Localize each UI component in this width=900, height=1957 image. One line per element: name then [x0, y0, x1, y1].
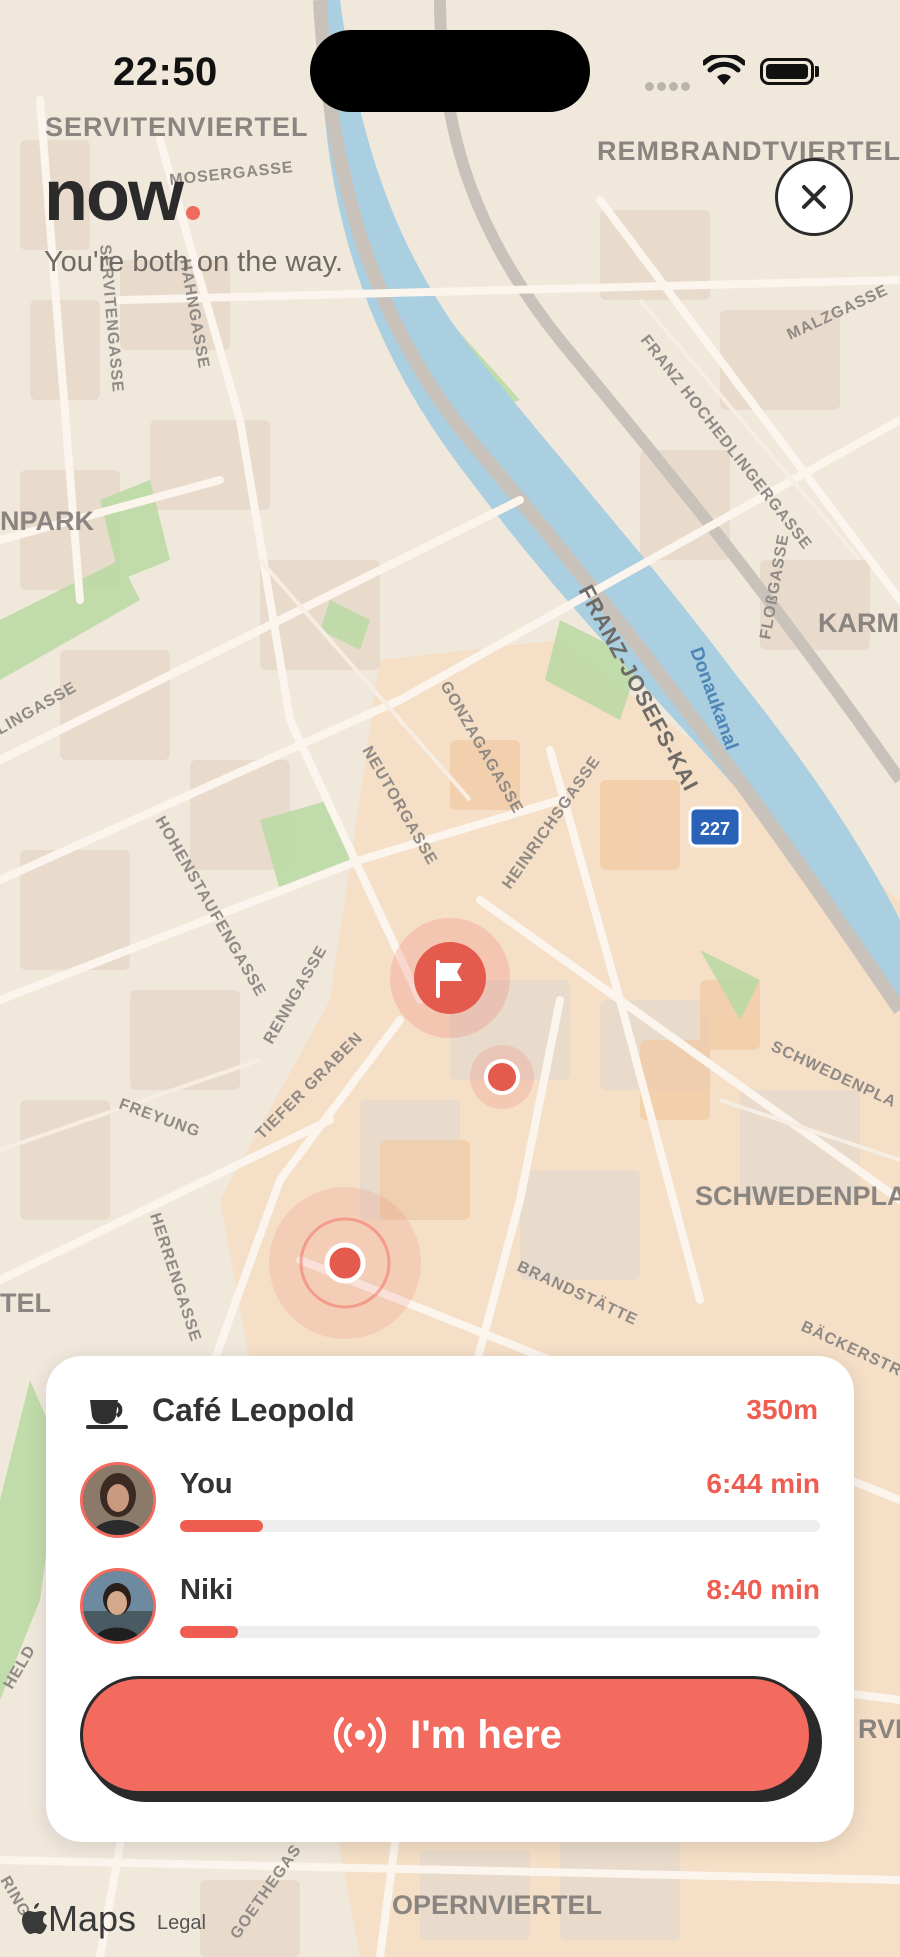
maps-brand: Maps — [48, 1898, 137, 1939]
logo-dot — [185, 206, 200, 220]
eta-progress-fill — [180, 1520, 264, 1532]
dynamic-island — [310, 30, 590, 112]
road-shield-227: 227 — [688, 806, 742, 848]
venue-row[interactable]: Café Leopold 350m — [84, 1386, 818, 1436]
participant-name: Niki — [180, 1574, 234, 1606]
eta-progress-track — [180, 1626, 820, 1638]
app-logo: now — [44, 160, 343, 232]
user-location-marker[interactable] — [269, 1187, 421, 1339]
map-label-schwedenplatz: SCHWEDENPLAT — [695, 1181, 900, 1211]
app-logo-text: now — [44, 156, 184, 236]
participant-row-niki: Niki 8:40 min — [80, 1568, 820, 1648]
participant-eta: 6:44 min — [706, 1468, 820, 1499]
header: now You're both on the way. — [44, 160, 343, 279]
avatar-you — [80, 1462, 156, 1538]
eta-progress-fill — [180, 1626, 238, 1638]
friend-location-marker[interactable] — [470, 1045, 534, 1109]
apple-logo-icon — [22, 1903, 47, 1934]
eta-progress-track — [180, 1520, 820, 1532]
map-label-tel: TEL — [0, 1288, 51, 1318]
meetup-card: Café Leopold 350m You 6:44 min Niki 8:40… — [46, 1356, 854, 1842]
venue-distance: 350m — [746, 1394, 818, 1425]
battery-tip — [815, 66, 819, 77]
cellular-signal-icon — [645, 78, 693, 96]
coffee-cup-icon — [84, 1394, 132, 1435]
participant-row-you: You 6:44 min — [80, 1462, 820, 1542]
wifi-icon — [701, 52, 747, 92]
map-label-karm: KARM — [818, 608, 899, 638]
maps-attribution[interactable]: Maps — [22, 1898, 136, 1940]
broadcast-icon — [334, 1717, 387, 1753]
im-here-button[interactable]: I'm here — [80, 1676, 822, 1802]
close-icon — [802, 185, 826, 209]
participant-eta: 8:40 min — [706, 1574, 820, 1605]
im-here-label: I'm here — [410, 1712, 562, 1757]
participant-name: You — [180, 1468, 233, 1500]
map-label-rvi: RVI — [858, 1714, 900, 1744]
svg-text:227: 227 — [700, 819, 730, 839]
map-label-park: NPARK — [0, 506, 95, 536]
status-bar: 22:50 — [0, 0, 900, 140]
avatar-niki — [80, 1568, 156, 1644]
battery-icon — [760, 58, 814, 85]
destination-pin[interactable] — [390, 918, 510, 1038]
map-label-rembrandtviertel: REMBRANDTVIERTEL — [597, 136, 900, 166]
venue-name: Café Leopold — [152, 1392, 355, 1428]
status-time: 22:50 — [113, 50, 218, 94]
map-label-opernviertel: OPERNVIERTEL — [392, 1890, 602, 1920]
legal-link[interactable]: Legal — [157, 1912, 206, 1935]
button-face[interactable]: I'm here — [80, 1676, 812, 1794]
close-button[interactable] — [775, 158, 853, 236]
status-subtitle: You're both on the way. — [44, 246, 343, 278]
